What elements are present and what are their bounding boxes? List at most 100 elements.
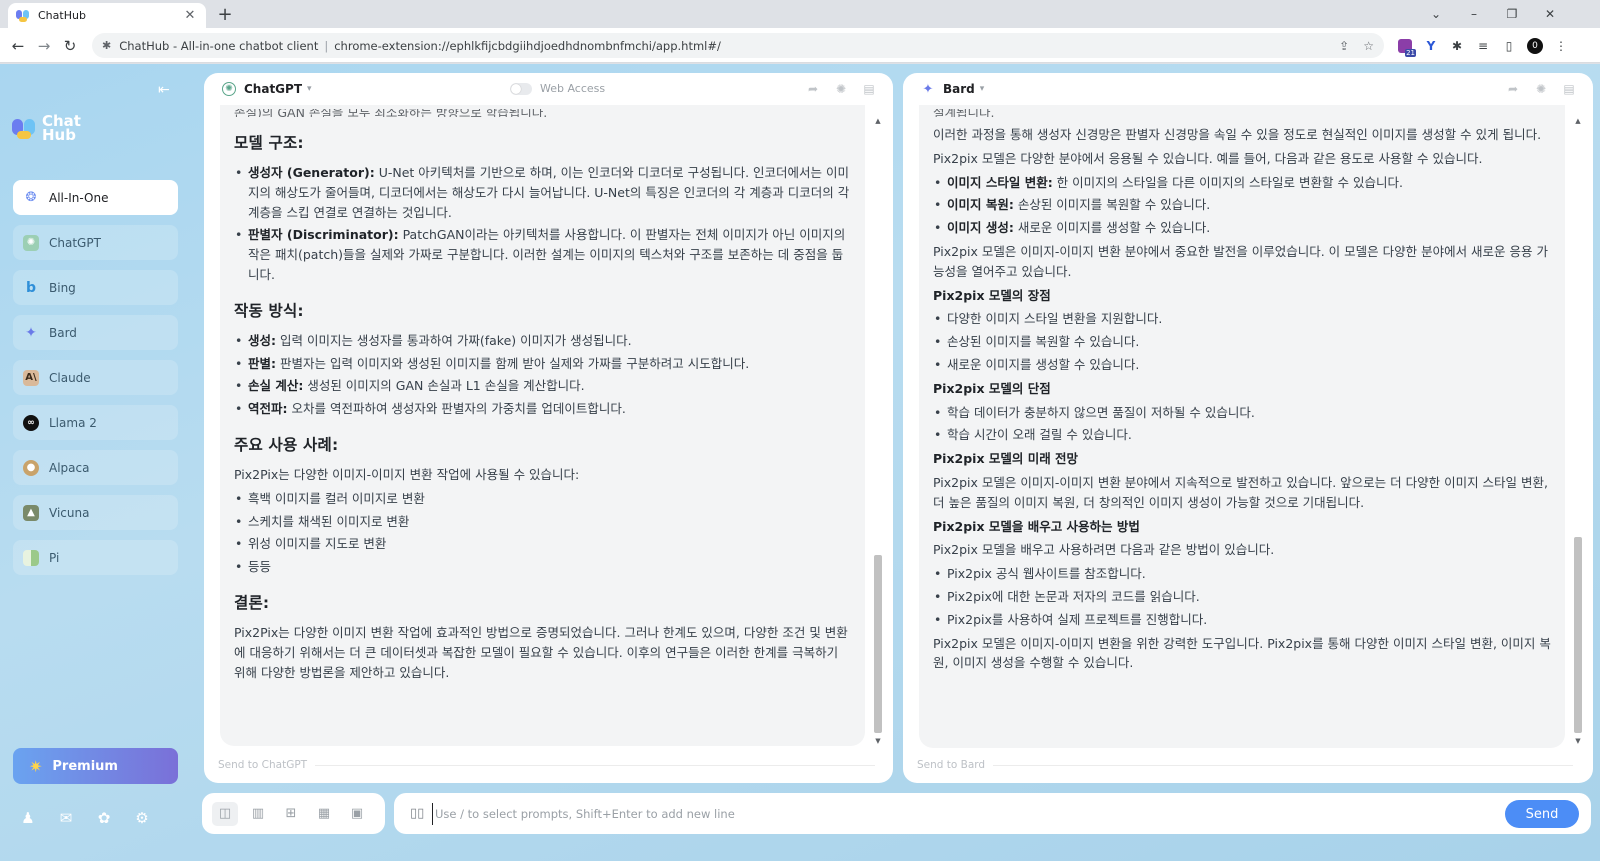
conclusion-text: Pix2Pix는 다양한 이미지 변환 작업에 효과적인 방법으로 증명되었습니…: [234, 624, 848, 680]
cons-list: 학습 데이터가 충분하지 않으면 품질이 저하될 수 있습니다. 학습 시간이 …: [933, 403, 1551, 446]
web-access-label: Web Access: [540, 82, 606, 95]
list-item: 생성자 (Generator): U-Net 아키텍처를 기반으로 하며, 이는…: [234, 163, 851, 222]
layout-switcher: ◫ ▥ ⊞ ▦ ▣: [202, 793, 385, 834]
url-text[interactable]: chrome-extension://ephlkfijcbdgiihdjoedh…: [334, 39, 1325, 53]
heading-future: Pix2pix 모델의 미래 전망: [933, 451, 1079, 467]
bookmark-star-icon[interactable]: ☆: [1363, 39, 1374, 53]
chat-input-bar: ▯▯ Send: [394, 793, 1591, 834]
heading-cons: Pix2pix 모델의 단점: [933, 380, 1051, 396]
vpn-extension-icon[interactable]: Y: [1422, 37, 1440, 55]
prompt-library-book-icon[interactable]: ▯▯: [410, 806, 424, 821]
extension-badge-icon[interactable]: 21: [1396, 37, 1416, 57]
sidebar-item-bard[interactable]: ✦ Bard: [13, 315, 178, 350]
chat-history-icon[interactable]: ✉: [52, 804, 80, 832]
forward-arrow-icon[interactable]: →: [33, 35, 55, 57]
list-item: 새로운 이미지를 생성할 수 있습니다.: [933, 355, 1551, 375]
sidebar-item-pi[interactable]: Pi: [13, 540, 178, 575]
window-close-icon[interactable]: ✕: [1532, 0, 1568, 28]
panel-actions: ➦ ✺ ▤: [1493, 81, 1577, 97]
tab-title: ChatHub: [38, 9, 86, 22]
sidebar-item-all-in-one[interactable]: ❂ All-In-One: [13, 180, 178, 215]
web-access-toggle[interactable]: Web Access: [510, 82, 605, 95]
chevron-down-icon[interactable]: ▾: [980, 84, 985, 94]
sidebar-item-label: Bing: [49, 280, 76, 295]
chat-input[interactable]: [432, 803, 1452, 825]
sidebar-item-vicuna[interactable]: ▲ Vicuna: [13, 495, 178, 530]
scroll-thumb[interactable]: [1574, 537, 1582, 733]
list-item: 판별자 (Discriminator): PatchGAN이라는 아키텍처를 사…: [234, 225, 851, 284]
extension-puzzle-icon: ✱: [102, 39, 112, 52]
toggle-switch-icon[interactable]: [510, 82, 532, 95]
tab-search-icon[interactable]: ⌄: [1418, 0, 1454, 28]
bard-sparkle-icon: ✦: [922, 81, 934, 97]
media-control-icon[interactable]: ≡: [1474, 37, 1492, 55]
chathub-logo: Chat Hub: [12, 114, 81, 143]
back-arrow-icon[interactable]: ←: [7, 35, 29, 57]
layout-grid-four-icon[interactable]: ⊞: [278, 802, 304, 826]
profile-avatar-icon[interactable]: 0: [1526, 37, 1544, 55]
chathub-logo-icon: [12, 115, 38, 141]
scrollbar[interactable]: ▲ ▼: [873, 117, 883, 745]
scroll-up-icon[interactable]: ▲: [1573, 117, 1583, 125]
address-bar[interactable]: ✱ ChatHub - All-in-one chatbot client | …: [92, 33, 1384, 58]
operation-list: 생성: 입력 이미지는 생성자를 통과하여 가짜(fake) 이미지가 생성됩니…: [234, 331, 851, 419]
clear-conversation-icon[interactable]: ✺: [1533, 81, 1549, 97]
scroll-down-icon[interactable]: ▼: [873, 737, 883, 745]
list-item: 위성 이미지를 지도로 변환: [234, 534, 851, 554]
new-tab-button[interactable]: +: [214, 4, 236, 25]
share-icon[interactable]: ⇪: [1339, 39, 1349, 53]
chathub-app: ⇤ Chat Hub ❂ All-In-One ✺ ChatGPT b Bing…: [0, 64, 1600, 861]
use-cases-list: 흑백 이미지를 컬러 이미지로 변환 스케치를 채색된 이미지로 변환 위성 이…: [234, 489, 851, 577]
bard-panel: ✦ Bard ▾ ➦ ✺ ▤ 설계됩니다. 이러한 과정을 통해 생성자 신경망…: [903, 73, 1593, 783]
send-to-label: Send to ChatGPT: [218, 759, 308, 771]
paragraph: Pix2pix 모델은 이미지-이미지 변환 분야에서 지속적으로 발전하고 있…: [933, 474, 1549, 510]
browser-tab[interactable]: ChatHub ✕: [8, 3, 206, 28]
bot-message: 손실)의 GAN 손실을 모두 최소화하는 방향으로 학습됩니다. 모델 구조:…: [220, 105, 865, 746]
reload-icon[interactable]: ↻: [59, 35, 81, 57]
heading-operation: 작동 방식:: [234, 301, 304, 320]
layout-two-column-icon[interactable]: ◫: [212, 801, 238, 826]
panel-header: ✦ Bard ▾ ➦ ✺ ▤: [903, 73, 1593, 105]
send-button[interactable]: Send: [1505, 800, 1579, 828]
layout-grid-six-icon[interactable]: ▦: [311, 802, 337, 826]
restore-icon[interactable]: ❐: [1494, 0, 1530, 28]
sidebar-item-alpaca[interactable]: ● Alpaca: [13, 450, 178, 485]
image-input-icon[interactable]: ▣: [344, 802, 370, 826]
layout-three-column-icon[interactable]: ▥: [245, 802, 271, 826]
url-separator: |: [324, 38, 329, 53]
browser-menu-icon[interactable]: ⋮: [1552, 37, 1570, 55]
share-icon[interactable]: ➦: [1505, 81, 1521, 97]
scroll-down-icon[interactable]: ▼: [1573, 737, 1583, 745]
truncated-text: 손실)의 GAN 손실을 모두 최소화하는 방향으로 학습됩니다.: [234, 109, 548, 117]
tab-close-icon[interactable]: ✕: [182, 8, 198, 23]
side-panel-icon[interactable]: ▯: [1500, 37, 1518, 55]
pros-list: 다양한 이미지 스타일 변환을 지원합니다. 손상된 이미지를 복원할 수 있습…: [933, 309, 1551, 374]
share-icon[interactable]: ➦: [805, 81, 821, 97]
chatgpt-panel: ✺ ChatGPT ▾ Web Access ➦ ✺ ▤ 손실)의 GAN 손실…: [204, 73, 893, 783]
feedback-icon[interactable]: ♟: [14, 804, 42, 832]
bot-name[interactable]: ChatGPT: [244, 82, 302, 96]
sidebar-item-label: Vicuna: [49, 505, 90, 520]
sidebar-item-chatgpt[interactable]: ✺ ChatGPT: [13, 225, 178, 260]
list-item: 손실 계산: 생성된 이미지의 GAN 손실과 L1 손실을 계산합니다.: [234, 376, 851, 396]
sidebar-item-bing[interactable]: b Bing: [13, 270, 178, 305]
sidebar-item-claude[interactable]: A\ Claude: [13, 360, 178, 395]
paragraph: Pix2pix 모델은 다양한 분야에서 응용될 수 있습니다. 예를 들어, …: [933, 150, 1483, 166]
scroll-thumb[interactable]: [874, 555, 882, 733]
scrollbar[interactable]: ▲ ▼: [1573, 117, 1583, 745]
clear-conversation-icon[interactable]: ✺: [833, 81, 849, 97]
history-icon[interactable]: ▤: [1561, 81, 1577, 97]
chevron-down-icon[interactable]: ▾: [307, 84, 312, 94]
extensions-puzzle-icon[interactable]: ✱: [1448, 37, 1466, 55]
premium-button[interactable]: ✷ Premium: [13, 748, 178, 784]
theme-palette-icon[interactable]: ✿: [90, 804, 118, 832]
paragraph: Pix2pix 모델은 이미지-이미지 변환 분야에서 중요한 발전을 이루었습…: [933, 243, 1549, 279]
browser-tabbar: ChatHub ✕ + ⌄ – ❐ ✕: [0, 0, 1600, 28]
scroll-up-icon[interactable]: ▲: [873, 117, 883, 125]
history-icon[interactable]: ▤: [861, 81, 877, 97]
bot-name[interactable]: Bard: [943, 82, 975, 96]
sidebar-item-llama-2[interactable]: ∞ Llama 2: [13, 405, 178, 440]
minimize-icon[interactable]: –: [1456, 0, 1492, 28]
settings-gear-icon[interactable]: ⚙: [128, 804, 156, 832]
collapse-sidebar-icon[interactable]: ⇤: [158, 82, 170, 98]
